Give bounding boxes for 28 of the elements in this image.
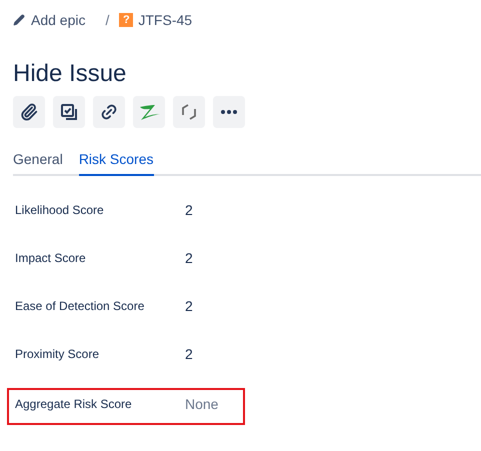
checkbox-stack-icon [60, 103, 78, 121]
field-value: 2 [185, 250, 193, 266]
field-value: None [185, 396, 218, 412]
hexagon-icon [182, 104, 196, 120]
field-label: Proximity Score [15, 346, 100, 362]
tab[interactable]: Risk Scores [78, 149, 154, 176]
app-button[interactable] [133, 96, 165, 128]
app-button[interactable] [173, 96, 205, 128]
link-button[interactable] [93, 96, 125, 128]
field-label: Impact Score [15, 250, 87, 266]
tab[interactable]: General [13, 149, 63, 176]
paperclip-icon [20, 103, 38, 121]
issue-type-icon: ? [119, 13, 134, 27]
field-label: Likelihood Score [15, 202, 105, 218]
field-label: Ease of Detection Score [15, 298, 146, 314]
field-value: 2 [185, 202, 193, 218]
issue-title: Hide Issue [13, 60, 128, 88]
issue-key-link[interactable]: JTFS-45 [138, 10, 192, 30]
field-label: Aggregate Risk Score [15, 396, 133, 412]
attach-button[interactable] [13, 96, 45, 128]
more-button[interactable] [213, 96, 245, 128]
more-icon [221, 110, 237, 114]
add-epic-link[interactable]: Add epic [13, 10, 86, 30]
field-value: 2 [185, 298, 193, 314]
field-value: 2 [185, 346, 193, 362]
pencil-icon [13, 14, 25, 26]
breadcrumb-separator: / [105, 10, 110, 30]
subtask-button[interactable] [53, 96, 85, 128]
